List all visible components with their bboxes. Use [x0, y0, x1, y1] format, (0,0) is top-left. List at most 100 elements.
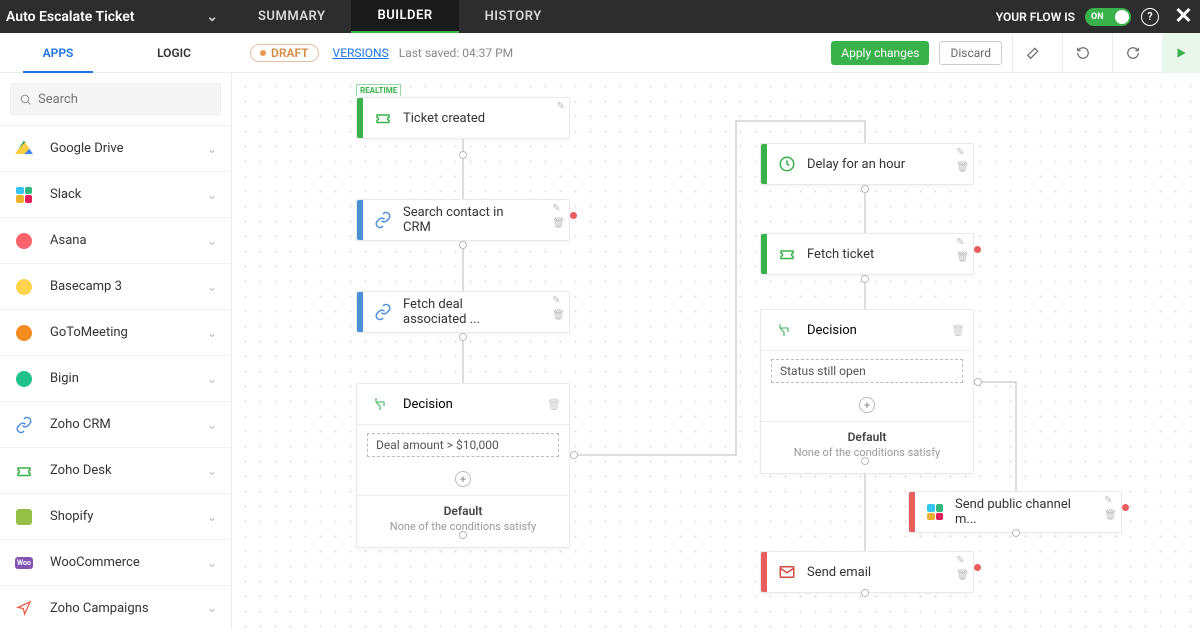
- node-label: Delay for an hour: [807, 144, 973, 184]
- trash-icon[interactable]: 🗑: [956, 252, 969, 263]
- trash-icon[interactable]: 🗑: [1104, 510, 1117, 521]
- edit-icon[interactable]: ✎: [956, 147, 969, 158]
- app-icon: [14, 415, 34, 435]
- chevron-down-icon: ⌄: [207, 326, 217, 340]
- trash-icon[interactable]: 🗑: [956, 570, 969, 581]
- app-row[interactable]: Shopify⌄: [0, 493, 231, 539]
- tab-history[interactable]: HISTORY: [459, 0, 568, 33]
- node-label: Decision: [403, 397, 547, 412]
- chevron-down-icon: ⌄: [207, 188, 217, 202]
- decision-default-title: Default: [367, 504, 559, 518]
- tab-summary[interactable]: SUMMARY: [232, 0, 351, 33]
- node-ticket-created[interactable]: REALTIME Ticket created ✎: [356, 97, 570, 139]
- app-icon: [14, 507, 34, 527]
- trash-icon[interactable]: 🗑: [547, 398, 569, 411]
- app-row[interactable]: Bigin⌄: [0, 355, 231, 401]
- trash-icon[interactable]: 🗑: [951, 324, 973, 337]
- node-output-port[interactable]: [861, 185, 869, 193]
- default-output-port[interactable]: [459, 531, 467, 539]
- edit-icon[interactable]: ✎: [552, 295, 565, 306]
- ticket-icon: [778, 245, 796, 263]
- app-row[interactable]: Asana⌄: [0, 217, 231, 263]
- app-row[interactable]: Slack⌄: [0, 171, 231, 217]
- edit-icon[interactable]: ✎: [956, 237, 969, 248]
- app-row[interactable]: Zoho Campaigns⌄: [0, 585, 231, 629]
- error-indicator: [1122, 504, 1129, 511]
- node-label: Send public channel m...: [955, 492, 1121, 532]
- node-label: Decision: [807, 323, 951, 338]
- edit-icon[interactable]: ✎: [956, 555, 969, 566]
- app-row[interactable]: Zoho CRM⌄: [0, 401, 231, 447]
- discard-button[interactable]: Discard: [939, 41, 1002, 65]
- node-output-port[interactable]: [1012, 529, 1020, 537]
- search-box[interactable]: [10, 83, 221, 115]
- flow-title: Auto Escalate Ticket: [6, 9, 135, 25]
- chevron-down-icon: ⌄: [207, 372, 217, 386]
- node-output-port[interactable]: [459, 333, 467, 341]
- search-input[interactable]: [38, 92, 212, 107]
- main-tabs: SUMMARY BUILDER HISTORY: [232, 0, 568, 33]
- add-condition-button[interactable]: +: [859, 397, 875, 413]
- trash-icon[interactable]: 🗑: [956, 162, 969, 173]
- node-decision-1[interactable]: Decision 🗑 Deal amount > $10,000 + Defau…: [356, 383, 570, 548]
- versions-link[interactable]: VERSIONS: [333, 46, 389, 60]
- flow-toggle[interactable]: ON: [1085, 8, 1131, 26]
- redo-icon[interactable]: [1112, 33, 1152, 73]
- node-output-port[interactable]: [459, 151, 467, 159]
- toggle-knob: [1115, 10, 1129, 24]
- top-bar: Auto Escalate Ticket ⌄ SUMMARY BUILDER H…: [0, 0, 1200, 33]
- status-area: DRAFT VERSIONS Last saved: 04:37 PM: [232, 44, 831, 62]
- node-send-email[interactable]: Send email ✎🗑: [760, 551, 974, 593]
- app-row[interactable]: Google Drive⌄: [0, 125, 231, 171]
- trash-icon[interactable]: 🗑: [552, 218, 565, 229]
- app-label: Zoho Campaigns: [50, 601, 207, 616]
- node-label: Search contact in CRM: [403, 200, 569, 240]
- magic-wand-icon[interactable]: [1012, 33, 1052, 73]
- node-fetch-ticket[interactable]: Fetch ticket ✎ 🗑: [760, 233, 974, 275]
- branch-icon: [372, 396, 388, 412]
- subtab-apps[interactable]: APPS: [0, 33, 116, 72]
- node-output-port[interactable]: [861, 275, 869, 283]
- play-button[interactable]: [1162, 33, 1200, 73]
- edit-icon[interactable]: ✎: [1104, 495, 1117, 506]
- chevron-down-icon: ⌄: [207, 510, 217, 524]
- help-icon[interactable]: ?: [1141, 8, 1159, 26]
- default-output-port[interactable]: [861, 457, 869, 465]
- add-condition-button[interactable]: +: [455, 471, 471, 487]
- node-delay[interactable]: Delay for an hour ✎ 🗑: [760, 143, 974, 185]
- app-icon: [14, 277, 34, 297]
- toolbar-actions: Apply changes Discard: [831, 33, 1200, 73]
- app-row[interactable]: WooWooCommerce⌄: [0, 539, 231, 585]
- chevron-down-icon: ⌄: [207, 601, 217, 615]
- undo-icon[interactable]: [1062, 33, 1102, 73]
- node-decision-2[interactable]: Decision 🗑 Status still open + Default N…: [760, 309, 974, 474]
- chevron-down-icon: ⌄: [207, 280, 217, 294]
- flow-canvas[interactable]: REALTIME Ticket created ✎ Search contact…: [232, 73, 1200, 629]
- app-row[interactable]: Zoho Desk⌄: [0, 447, 231, 493]
- app-label: Asana: [50, 233, 207, 248]
- app-row[interactable]: GoToMeeting⌄: [0, 309, 231, 355]
- node-fetch-deal[interactable]: Fetch deal associated ... ✎🗑: [356, 291, 570, 333]
- decision-condition[interactable]: Deal amount > $10,000: [367, 433, 559, 457]
- edit-icon[interactable]: ✎: [557, 101, 565, 112]
- decision-condition[interactable]: Status still open: [771, 359, 963, 383]
- edit-icon[interactable]: ✎: [552, 203, 565, 214]
- chevron-down-icon: ⌄: [207, 556, 217, 570]
- app-row[interactable]: Basecamp 3⌄: [0, 263, 231, 309]
- subtab-logic[interactable]: LOGIC: [116, 33, 232, 72]
- flow-title-container[interactable]: Auto Escalate Ticket ⌄: [0, 0, 232, 33]
- trash-icon[interactable]: 🗑: [552, 310, 565, 321]
- node-output-port[interactable]: [861, 589, 869, 597]
- close-icon[interactable]: ✕: [1167, 0, 1200, 33]
- node-output-port[interactable]: [459, 241, 467, 249]
- chevron-down-icon[interactable]: ⌄: [206, 9, 218, 25]
- tab-builder[interactable]: BUILDER: [351, 0, 458, 33]
- node-slack-message[interactable]: Send public channel m... ✎ 🗑: [908, 491, 1122, 533]
- node-search-contact[interactable]: Search contact in CRM ✎ 🗑: [356, 199, 570, 241]
- condition-output-port[interactable]: [974, 378, 982, 386]
- app-label: GoToMeeting: [50, 325, 207, 340]
- draft-badge: DRAFT: [250, 44, 319, 62]
- apply-changes-button[interactable]: Apply changes: [831, 41, 929, 65]
- condition-output-port[interactable]: [570, 451, 578, 459]
- node-label: Fetch ticket: [807, 234, 973, 274]
